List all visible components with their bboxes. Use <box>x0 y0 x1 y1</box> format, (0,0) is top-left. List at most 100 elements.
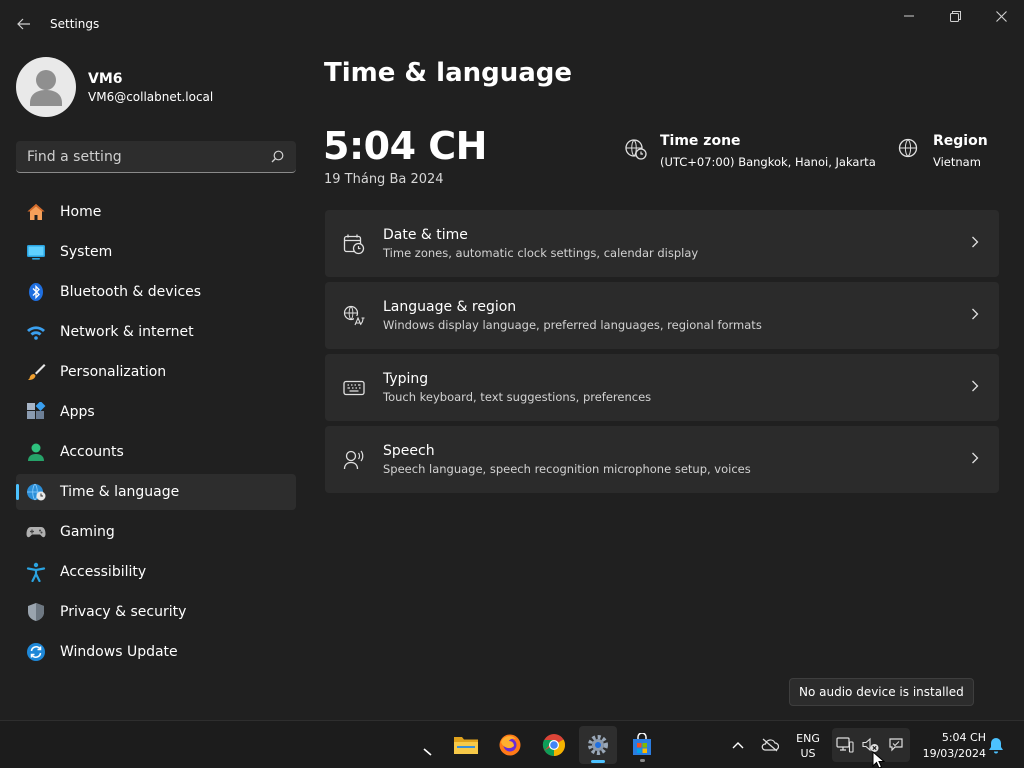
language-code: ENG <box>796 732 820 745</box>
chevron-right-icon <box>972 308 979 320</box>
sidebar-item-apps[interactable]: Apps <box>16 394 296 430</box>
card-subtitle: Touch keyboard, text suggestions, prefer… <box>383 390 652 404</box>
settings-taskbar-button[interactable] <box>579 726 617 764</box>
folder-icon <box>454 737 478 754</box>
sidebar-item-windows-update[interactable]: Windows Update <box>16 634 296 670</box>
notification-bell-icon[interactable] <box>988 737 1004 754</box>
search-box[interactable] <box>16 141 296 173</box>
card-title: Date & time <box>383 227 468 243</box>
running-indicator <box>640 759 645 762</box>
sidebar-item-accounts[interactable]: Accounts <box>16 434 296 470</box>
search-icon[interactable] <box>271 150 284 163</box>
sidebar-item-label: Accessibility <box>60 564 147 580</box>
chevron-right-icon <box>972 452 979 464</box>
home-icon <box>26 202 46 222</box>
system-icon <box>26 242 46 262</box>
sidebar-item-personalization[interactable]: Personalization <box>16 354 296 390</box>
battery-chat-icon <box>889 738 903 752</box>
card-title: Language & region <box>383 299 517 315</box>
sidebar-item-label: Gaming <box>60 524 115 540</box>
brush-icon <box>26 362 46 382</box>
sidebar-item-label: Windows Update <box>60 644 178 660</box>
card-subtitle: Windows display language, preferred lang… <box>383 318 762 332</box>
chevron-right-icon <box>972 380 979 392</box>
wifi-icon <box>26 322 46 342</box>
sidebar-item-accessibility[interactable]: Accessibility <box>16 554 296 590</box>
sidebar-item-home[interactable]: Home <box>16 194 296 230</box>
quick-settings-button[interactable] <box>832 728 910 762</box>
sidebar-item-network[interactable]: Network & internet <box>16 314 296 350</box>
sidebar-item-label: Bluetooth & devices <box>60 284 202 300</box>
card-typing[interactable]: Typing Touch keyboard, text suggestions,… <box>325 354 999 421</box>
gamepad-icon <box>26 522 46 542</box>
audio-tooltip: No audio device is installed <box>789 678 974 706</box>
calendar-clock-icon <box>342 232 366 256</box>
chevron-right-icon <box>972 236 979 248</box>
file-explorer-button[interactable] <box>447 726 485 764</box>
sidebar-item-privacy[interactable]: Privacy & security <box>16 594 296 630</box>
clock-time: 5:04 CH <box>941 731 986 744</box>
chrome-button[interactable] <box>535 726 573 764</box>
restore-button[interactable] <box>932 4 978 28</box>
taskbar-clock[interactable]: 5:04 CH 19/03/2024 <box>916 730 986 762</box>
chrome-icon <box>542 734 565 756</box>
sidebar-item-label: Network & internet <box>60 324 194 340</box>
globe-clock-icon <box>26 482 46 502</box>
sidebar-item-bluetooth[interactable]: Bluetooth & devices <box>16 274 296 310</box>
chevron-up-icon <box>732 742 744 749</box>
keyboard-layout: US <box>800 747 816 760</box>
minimize-icon <box>904 15 914 17</box>
restore-icon <box>949 10 961 22</box>
widget-small-icon[interactable] <box>423 748 433 756</box>
sidebar-item-label: Apps <box>60 404 95 420</box>
sidebar-nav: Home System Bluetooth & devices Network … <box>16 194 296 674</box>
page-title: Time & language <box>324 58 573 88</box>
profile-email: VM6@collabnet.local <box>88 89 214 104</box>
accounts-icon <box>26 442 46 462</box>
avatar <box>16 57 76 117</box>
language-icon <box>342 304 366 328</box>
card-language-region[interactable]: Language & region Windows display langua… <box>325 282 999 349</box>
gear-icon <box>588 735 608 755</box>
sidebar-item-label: Accounts <box>60 444 124 460</box>
sidebar-item-system[interactable]: System <box>16 234 296 270</box>
sidebar-item-gaming[interactable]: Gaming <box>16 514 296 550</box>
profile-name: VM6 <box>88 70 123 87</box>
search-input[interactable] <box>27 148 257 165</box>
region-info[interactable]: Region Vietnam <box>897 133 988 169</box>
card-speech[interactable]: Speech Speech language, speech recogniti… <box>325 426 999 493</box>
bluetooth-icon <box>26 282 46 302</box>
back-arrow-icon <box>17 18 30 30</box>
cloud-off-icon <box>761 738 779 752</box>
minimize-button[interactable] <box>886 4 932 28</box>
current-date: 19 Tháng Ba 2024 <box>324 172 444 187</box>
user-silhouette-icon <box>30 70 62 106</box>
timezone-title: Time zone <box>660 133 741 149</box>
taskbar: ENG US 5:04 CH 19/03/2024 <box>0 720 1024 768</box>
card-title: Typing <box>383 371 429 387</box>
onedrive-button[interactable] <box>756 726 784 764</box>
sidebar-item-label: Personalization <box>60 364 167 380</box>
input-language-indicator[interactable]: ENG US <box>790 731 826 761</box>
region-value: Vietnam <box>933 155 981 169</box>
timezone-value: (UTC+07:00) Bangkok, Hanoi, Jakarta <box>660 155 876 169</box>
firefox-button[interactable] <box>491 726 529 764</box>
back-button[interactable] <box>10 10 38 38</box>
sidebar-item-time-language[interactable]: Time & language <box>16 474 296 510</box>
active-indicator <box>591 760 605 763</box>
current-time: 5:04 CH <box>323 124 487 168</box>
store-icon <box>633 733 651 755</box>
sidebar-item-label: Time & language <box>60 484 180 500</box>
firefox-icon <box>499 734 521 756</box>
sidebar-item-label: Privacy & security <box>60 604 187 620</box>
store-button[interactable] <box>623 726 661 764</box>
user-profile[interactable]: VM6 VM6@collabnet.local <box>16 57 213 117</box>
shield-icon <box>26 602 46 622</box>
mouse-cursor-icon <box>872 751 886 768</box>
close-icon <box>995 10 1007 22</box>
show-hidden-icons-button[interactable] <box>724 726 752 764</box>
card-date-time[interactable]: Date & time Time zones, automatic clock … <box>325 210 999 277</box>
close-button[interactable] <box>978 4 1024 28</box>
app-title: Settings <box>50 17 100 31</box>
timezone-info[interactable]: Time zone (UTC+07:00) Bangkok, Hanoi, Ja… <box>624 133 876 169</box>
